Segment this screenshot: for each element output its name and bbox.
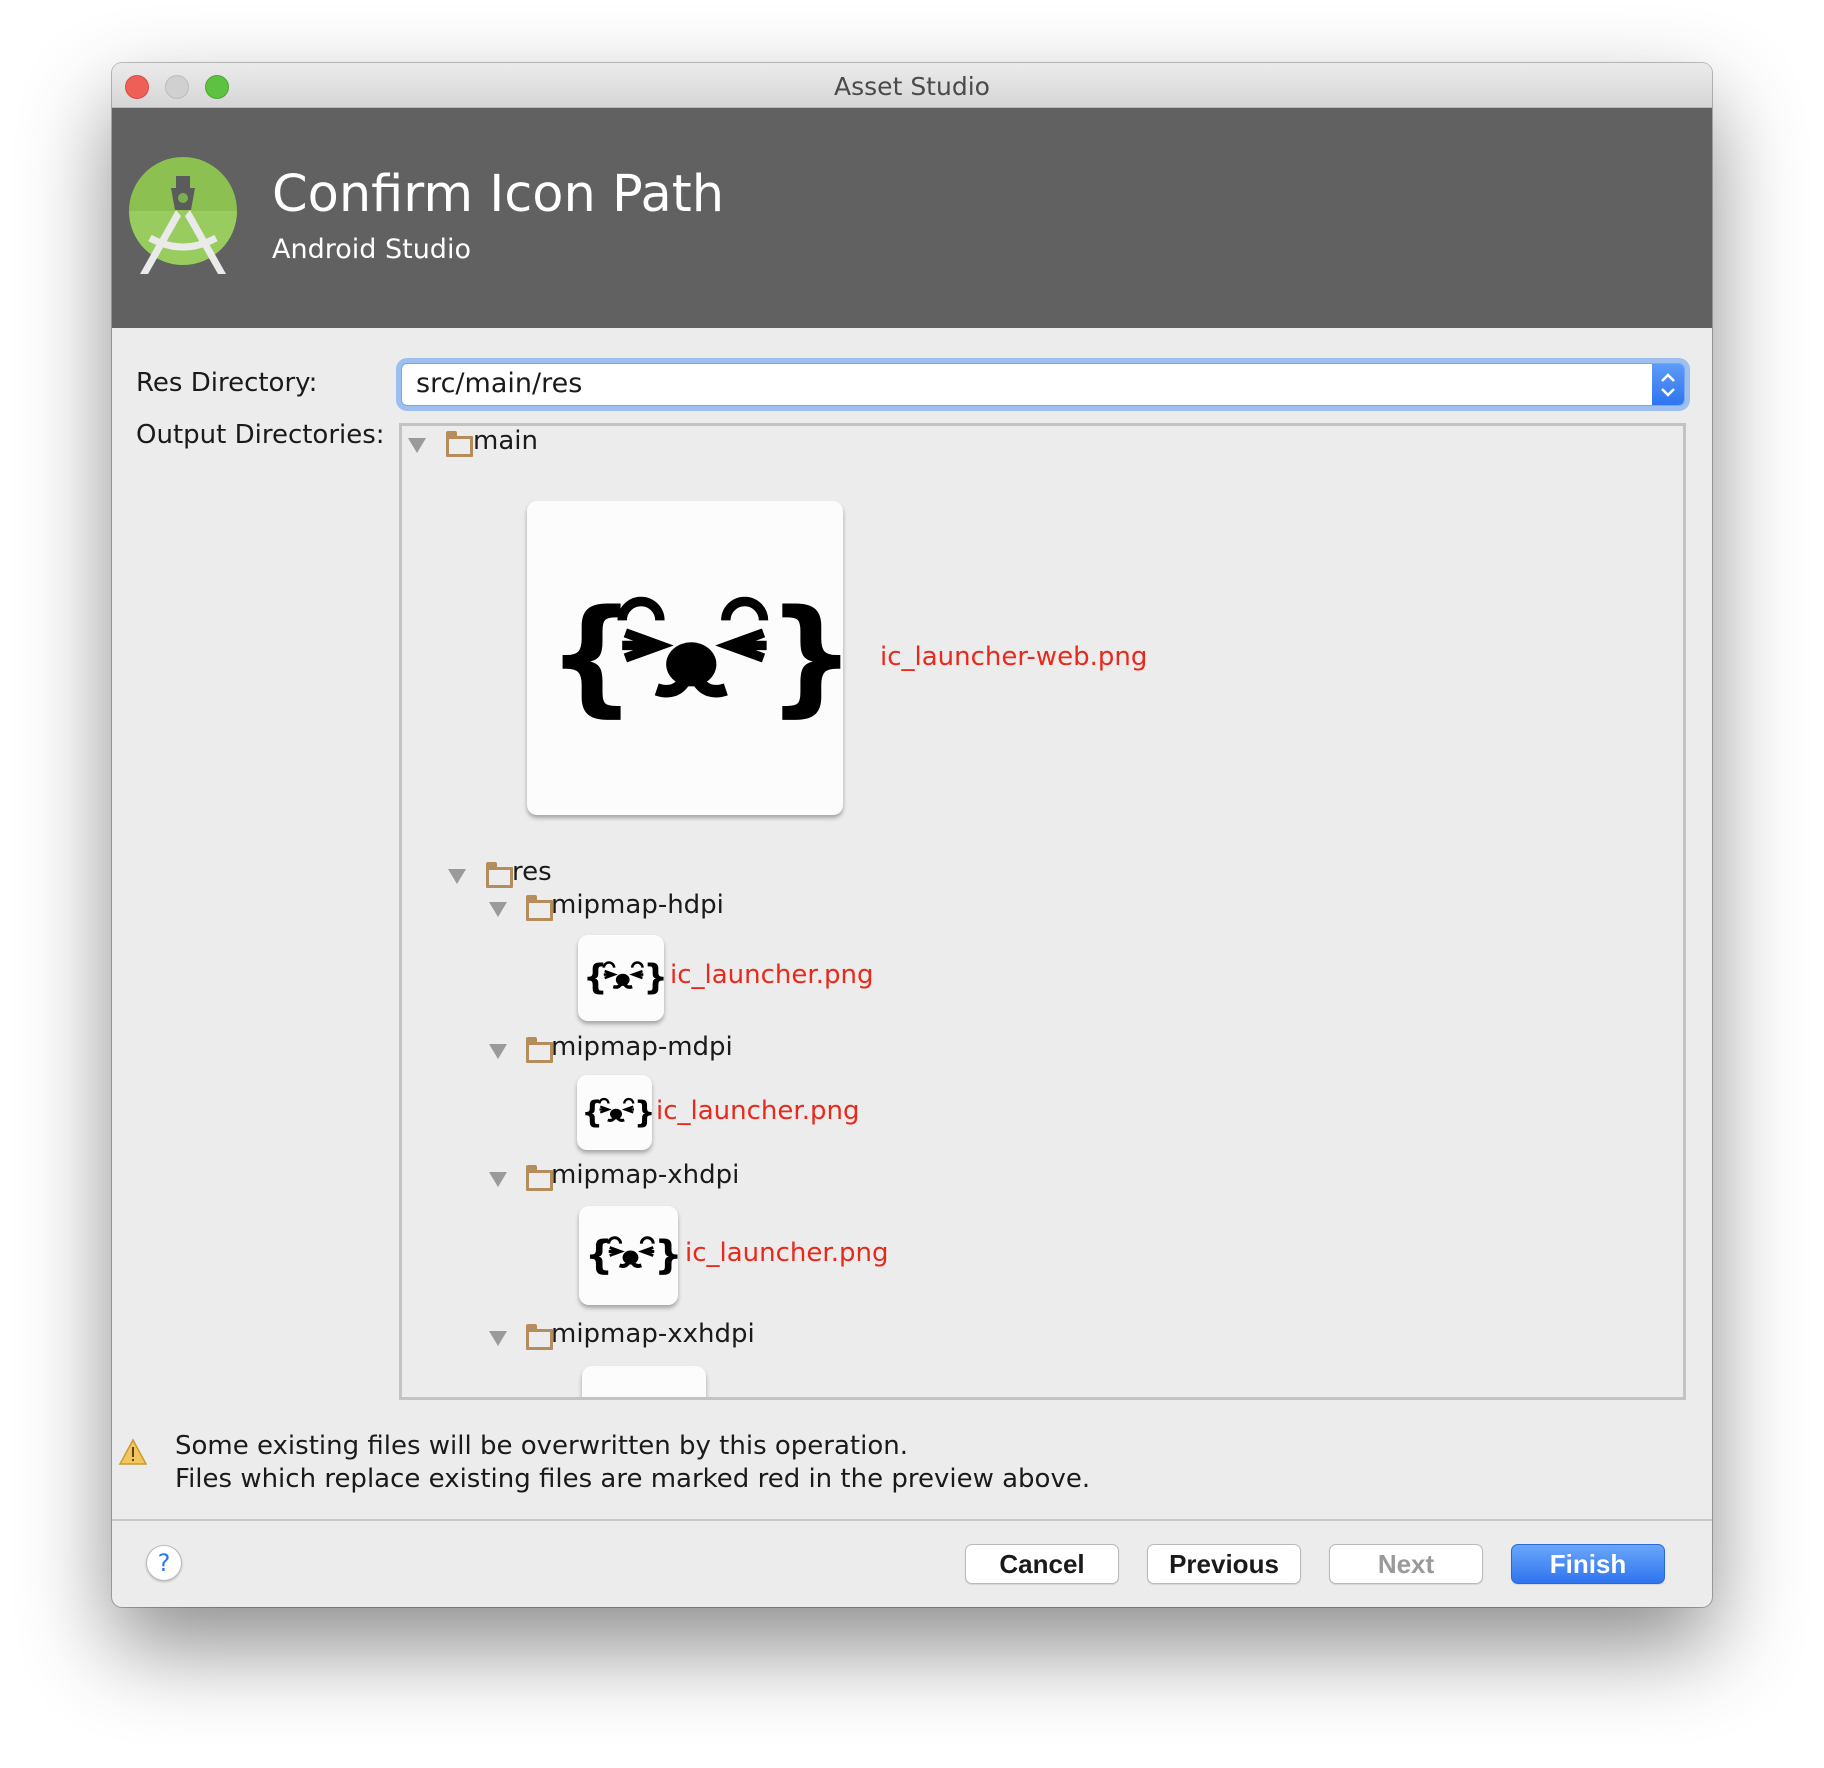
- tree-item-mipmap-xxhdpi[interactable]: mipmap-xxhdpi: [551, 1319, 755, 1349]
- finish-button[interactable]: Finish: [1511, 1544, 1665, 1584]
- combobox-stepper-icon[interactable]: [1652, 364, 1684, 405]
- output-directories-label: Output Directories:: [136, 420, 385, 450]
- tree-item-res[interactable]: res: [512, 857, 552, 887]
- warning-text-line2: Files which replace existing files are m…: [175, 1464, 1091, 1494]
- warning-icon: [118, 1438, 148, 1465]
- res-directory-combobox[interactable]: src/main/res: [401, 363, 1685, 406]
- page-subtitle: Android Studio: [272, 234, 471, 265]
- hdpi-icon-preview: [578, 935, 664, 1021]
- warning-text-line1: Some existing files will be overwritten …: [175, 1431, 908, 1461]
- xxhdpi-icon-preview: [582, 1366, 706, 1397]
- tree-item-mipmap-mdpi[interactable]: mipmap-mdpi: [551, 1032, 733, 1062]
- expand-main-triangle-icon[interactable]: [408, 438, 426, 453]
- tree-item-main[interactable]: main: [473, 426, 538, 456]
- mdpi-icon-preview: [577, 1075, 652, 1150]
- folder-icon: [446, 431, 473, 457]
- android-studio-logo-icon: [129, 157, 237, 274]
- footer-divider: [112, 1519, 1712, 1521]
- folder-icon: [486, 862, 513, 888]
- expand-hdpi-triangle-icon[interactable]: [489, 902, 507, 917]
- folder-icon: [526, 1165, 553, 1191]
- folder-icon: [526, 895, 553, 921]
- tree-file-xhdpi[interactable]: ic_launcher.png: [685, 1238, 888, 1268]
- expand-mdpi-triangle-icon[interactable]: [489, 1044, 507, 1059]
- next-button[interactable]: Next: [1329, 1544, 1483, 1584]
- asset-studio-window: Asset Studio Confirm Icon Path Android S…: [112, 63, 1712, 1607]
- expand-xxhdpi-triangle-icon[interactable]: [489, 1331, 507, 1346]
- cancel-button[interactable]: Cancel: [965, 1544, 1119, 1584]
- tree-file-hdpi[interactable]: ic_launcher.png: [670, 960, 873, 990]
- help-button[interactable]: ?: [146, 1545, 182, 1581]
- res-directory-label: Res Directory:: [136, 368, 318, 398]
- page-title: Confirm Icon Path: [272, 165, 725, 224]
- output-directories-tree[interactable]: main ic_launcher-web.png res mipmap-hdpi…: [399, 423, 1686, 1400]
- wizard-header: Confirm Icon Path Android Studio: [112, 108, 1712, 328]
- tree-item-mipmap-xhdpi[interactable]: mipmap-xhdpi: [551, 1160, 739, 1190]
- expand-xhdpi-triangle-icon[interactable]: [489, 1172, 507, 1187]
- web-icon-preview: [527, 501, 843, 815]
- tree-item-mipmap-hdpi[interactable]: mipmap-hdpi: [551, 890, 724, 920]
- tree-file-mdpi[interactable]: ic_launcher.png: [656, 1096, 859, 1126]
- folder-icon: [526, 1037, 553, 1063]
- folder-icon: [526, 1324, 553, 1350]
- xhdpi-icon-preview: [579, 1206, 678, 1305]
- previous-button[interactable]: Previous: [1147, 1544, 1301, 1584]
- expand-res-triangle-icon[interactable]: [448, 869, 466, 884]
- res-directory-value: src/main/res: [416, 368, 583, 399]
- title-bar: Asset Studio: [112, 63, 1712, 108]
- tree-file-web-icon[interactable]: ic_launcher-web.png: [880, 642, 1147, 672]
- window-title: Asset Studio: [834, 72, 990, 101]
